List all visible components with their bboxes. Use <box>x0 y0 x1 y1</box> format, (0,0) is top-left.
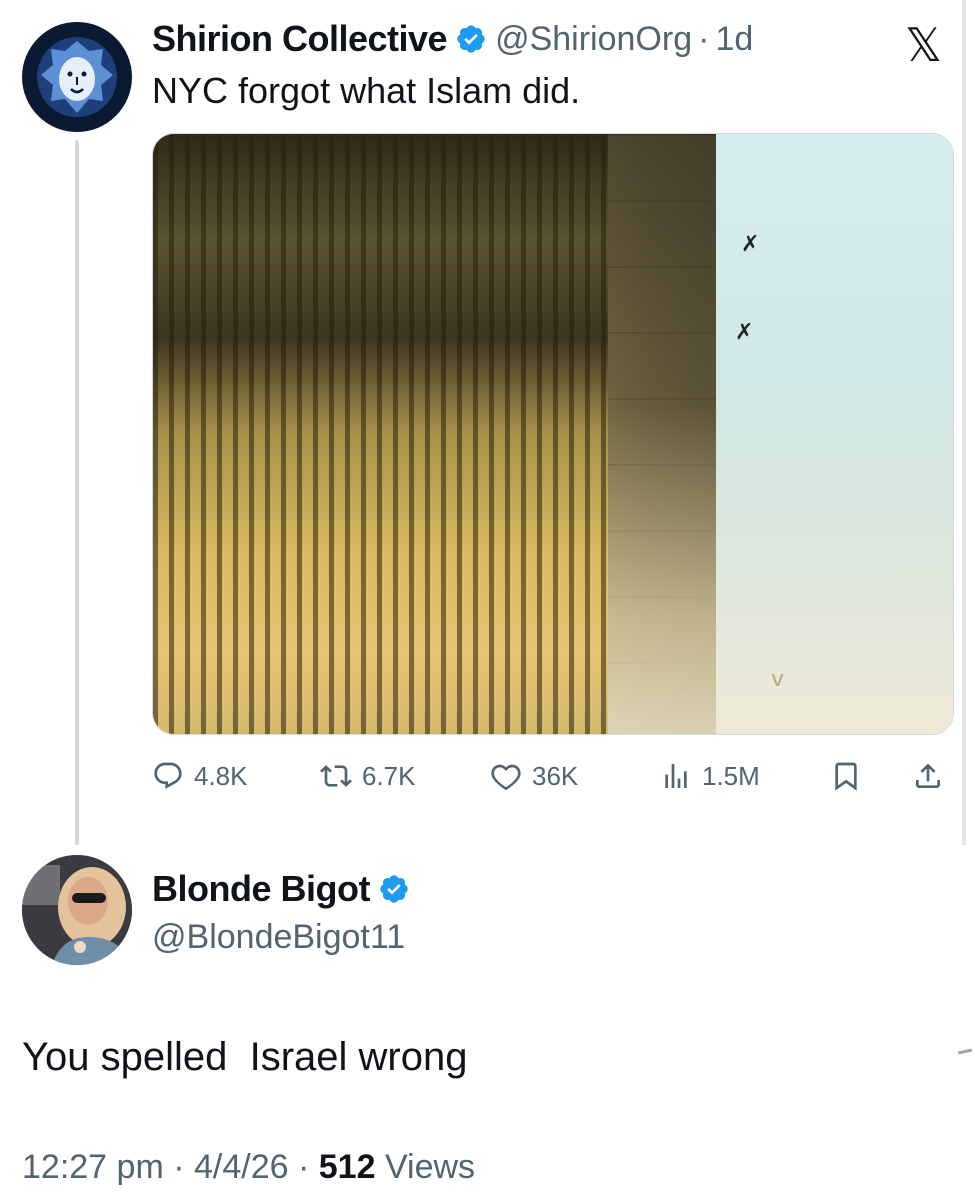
like-button[interactable]: 36K <box>490 756 578 796</box>
author-name[interactable]: Shirion Collective <box>152 18 448 60</box>
edge-artifact <box>957 1048 973 1055</box>
separator-dot: · <box>698 19 710 58</box>
share-button[interactable] <box>912 756 954 796</box>
falling-figure: ✗ <box>735 320 754 345</box>
reply-date[interactable]: 4/4/26 <box>194 1148 289 1186</box>
reply-text: You spelled Israel wrong <box>22 1035 468 1079</box>
falling-figure: ✗ <box>741 232 760 257</box>
reply-meta: 12:27 pm · 4/4/26 · 512 Views <box>22 1148 475 1187</box>
shirion-avatar[interactable] <box>22 22 132 132</box>
x-logo-icon: 𝕏 <box>905 18 943 72</box>
lion-avatar-icon <box>37 37 117 117</box>
sky-area <box>716 134 953 734</box>
thread-connector <box>75 140 79 845</box>
reply-button[interactable]: 4.8K <box>152 756 248 796</box>
reply-time[interactable]: 12:27 pm <box>22 1148 164 1186</box>
verified-badge-icon <box>380 875 408 903</box>
repost-count: 6.7K <box>362 760 416 791</box>
repost-button[interactable]: 6.7K <box>320 756 416 796</box>
views-button[interactable]: 1.5M <box>660 756 760 796</box>
reply-views-count: 512 <box>318 1148 376 1186</box>
bookmark-icon <box>835 762 857 791</box>
views-icon <box>665 764 687 788</box>
post-actions: 4.8K 6.7K 36K 1.5M <box>152 756 952 796</box>
post-text: NYC forgot what Islam did. <box>152 70 581 111</box>
reply-views-label: Views <box>384 1148 476 1186</box>
falling-figure: v <box>771 667 785 692</box>
post-header: Shirion Collective @ShirionOrg · 1d <box>152 18 753 60</box>
scrollbar[interactable] <box>962 0 966 845</box>
separator-dot: · <box>297 1148 310 1186</box>
blonde-bigot-avatar[interactable] <box>22 855 132 965</box>
post-time[interactable]: 1d <box>715 20 753 59</box>
like-count: 36K <box>532 760 579 791</box>
building-corner-shade <box>608 134 716 734</box>
bookmark-button[interactable] <box>830 756 872 796</box>
share-icon <box>916 763 940 788</box>
author-handle[interactable]: @ShirionOrg <box>495 20 692 59</box>
reply-count: 4.8K <box>194 760 248 791</box>
views-count: 1.5M <box>702 760 760 791</box>
post-image[interactable]: ✗ ✗ v <box>152 133 954 735</box>
reply-author-name[interactable]: Blonde Bigot <box>152 868 370 910</box>
separator-dot: · <box>173 1148 185 1186</box>
avatar-photo <box>22 855 132 965</box>
building-facade <box>153 134 608 734</box>
verified-badge-icon <box>457 25 485 53</box>
like-icon <box>491 764 521 791</box>
repost-icon <box>320 765 352 787</box>
reply-header: Blonde Bigot <box>152 868 418 910</box>
reply-author-handle[interactable]: @BlondeBigot11 <box>152 918 405 957</box>
reply-icon <box>154 762 182 789</box>
